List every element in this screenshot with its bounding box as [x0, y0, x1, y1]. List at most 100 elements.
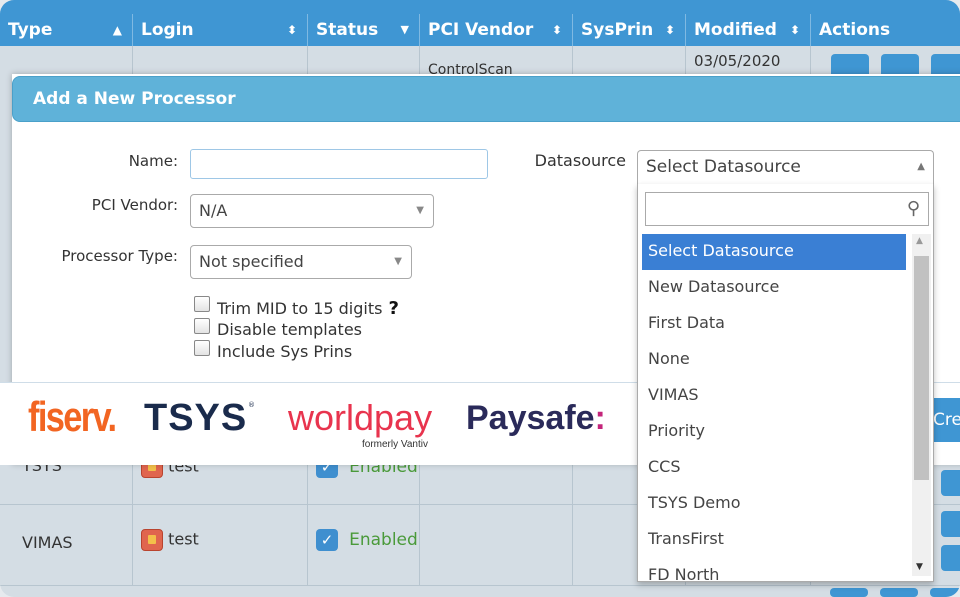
screen: Type ▲︎ Login ⬍ Status ▼ PCI Vendor ⬍ Sy…	[0, 0, 960, 597]
type-text: VIMAS	[22, 533, 73, 552]
search-icon: ⚲	[906, 198, 920, 219]
scroll-up-icon[interactable]: ▲	[916, 236, 923, 246]
cell-pci-vendor: ControlScan	[420, 46, 573, 74]
datasource-option[interactable]: First Data	[642, 306, 906, 342]
table-row[interactable]: ControlScan 03/05/2020	[0, 46, 960, 80]
column-header-label: Type	[8, 20, 53, 40]
checkmark-icon: ✓	[316, 464, 338, 478]
status-text: Enabled	[349, 530, 418, 550]
paysafe-logo: Paysafe:	[466, 399, 606, 437]
column-header-status[interactable]: Status ▼	[308, 14, 420, 46]
datasource-dropdown: ⚲ Select Datasource New Datasource First…	[637, 184, 934, 582]
cell-actions	[811, 46, 960, 80]
disable-templates-label: Disable templates	[217, 320, 362, 339]
datasource-option[interactable]: None	[642, 342, 906, 378]
datasource-option[interactable]: New Datasource	[642, 270, 906, 306]
datasource-select[interactable]: Select Datasource ▲	[637, 150, 934, 184]
cell-status	[308, 46, 420, 74]
dropdown-arrow-up-icon: ▲	[917, 161, 925, 172]
paysafe-colon: :	[594, 399, 606, 437]
cell-status: ✓ Enabled	[308, 464, 420, 504]
datasource-option[interactable]: VIMAS	[642, 378, 906, 414]
edit-icon[interactable]	[930, 588, 960, 597]
cell-sysprin	[573, 46, 686, 74]
column-header-login[interactable]: Login ⬍	[133, 14, 308, 46]
registered-mark-icon: ®	[248, 401, 255, 409]
status-text: Enabled	[349, 464, 418, 477]
processor-type-select[interactable]: Not specified ▼	[190, 245, 412, 279]
datasource-search-input[interactable]: ⚲	[645, 192, 929, 226]
trim-mid-checkbox[interactable]	[194, 296, 210, 312]
modal-title-bar: Add a New Processor	[12, 76, 960, 122]
cell-login: test	[133, 464, 308, 504]
edit-icon[interactable]	[941, 470, 960, 496]
worldpay-subtitle: formerly Vantiv	[362, 439, 428, 450]
column-header-label: Status	[316, 20, 379, 40]
name-input[interactable]	[190, 149, 488, 179]
lock-icon	[141, 464, 163, 478]
lock-icon	[141, 529, 163, 551]
sort-icon: ⬍	[789, 23, 800, 37]
processor-type-value: Not specified	[199, 252, 304, 271]
pci-vendor-value: N/A	[199, 201, 228, 220]
column-header-label: PCI Vendor	[428, 20, 534, 40]
trim-mid-text: Trim MID to 15 digits	[217, 299, 383, 318]
modified-date: 03/05/2020	[694, 52, 781, 70]
sort-icon: ⬍	[551, 23, 562, 37]
cell-modified: 03/05/2020	[686, 46, 811, 74]
column-header-type[interactable]: Type ▲︎	[0, 14, 133, 46]
scrollbar-thumb[interactable]	[914, 256, 929, 480]
column-header-label: Actions	[819, 20, 891, 40]
modal-title: Add a New Processor	[33, 89, 236, 109]
cell-pci-vendor	[420, 464, 573, 504]
datasource-option[interactable]: TransFirst	[642, 522, 906, 558]
column-header-modified[interactable]: Modified ⬍	[686, 14, 811, 46]
cell-status: ✓ Enabled	[308, 505, 420, 585]
datasource-options: Select Datasource New Datasource First D…	[642, 234, 906, 581]
login-text: test	[168, 464, 199, 476]
include-sys-prins-label: Include Sys Prins	[217, 342, 353, 361]
name-label: Name:	[128, 152, 178, 170]
login-text: test	[168, 529, 199, 549]
sort-icon: ⬍	[286, 23, 297, 37]
datasource-option[interactable]: FD North	[642, 558, 906, 581]
cell-login	[133, 46, 308, 74]
create-button-label: Cre	[933, 410, 960, 430]
action-buttons-partial	[830, 588, 960, 597]
fiserv-logo: fiserv.	[28, 393, 117, 440]
dropdown-arrow-icon: ▼	[416, 205, 424, 216]
dropdown-scrollbar[interactable]: ▲ ▼	[912, 234, 931, 576]
cell-type: TSYS	[0, 464, 133, 504]
column-header-sysprin[interactable]: SysPrin ⬍	[573, 14, 686, 46]
scroll-down-icon[interactable]: ▼	[916, 562, 923, 572]
row-divider	[0, 585, 960, 586]
cell-pci-vendor	[420, 505, 573, 585]
include-sys-prins-checkbox[interactable]	[194, 340, 210, 356]
datasource-selected-value: Select Datasource	[646, 157, 801, 177]
column-header-label: Modified	[694, 20, 777, 40]
trim-mid-label: Trim MID to 15 digits?	[217, 298, 399, 319]
key-icon[interactable]	[880, 588, 918, 597]
table-header: Type ▲︎ Login ⬍ Status ▼ PCI Vendor ⬍ Sy…	[0, 14, 960, 46]
sort-icon: ⬍	[664, 23, 675, 37]
disable-icon[interactable]	[830, 588, 868, 597]
datasource-option[interactable]: Priority	[642, 414, 906, 450]
datasource-label: Datasource	[534, 151, 626, 170]
column-header-label: Login	[141, 20, 194, 40]
column-header-pci-vendor[interactable]: PCI Vendor ⬍	[420, 14, 573, 46]
cell-type: VIMAS	[0, 505, 133, 585]
table-header-cap	[0, 0, 960, 14]
datasource-option[interactable]: CCS	[642, 450, 906, 486]
datasource-option[interactable]: Select Datasource	[642, 234, 906, 270]
edit-icon[interactable]	[941, 511, 960, 537]
help-icon[interactable]: ?	[388, 298, 398, 319]
column-header-actions: Actions	[811, 14, 960, 46]
disable-templates-checkbox[interactable]	[194, 318, 210, 334]
delete-icon[interactable]	[941, 545, 960, 571]
column-header-label: SysPrin	[581, 20, 654, 40]
pci-vendor-select[interactable]: N/A ▼	[190, 194, 434, 228]
datasource-option[interactable]: TSYS Demo	[642, 486, 906, 522]
type-text: TSYS	[22, 464, 62, 475]
pci-vendor-text: ControlScan	[428, 62, 513, 74]
tsys-logo: TSYS	[144, 397, 248, 439]
